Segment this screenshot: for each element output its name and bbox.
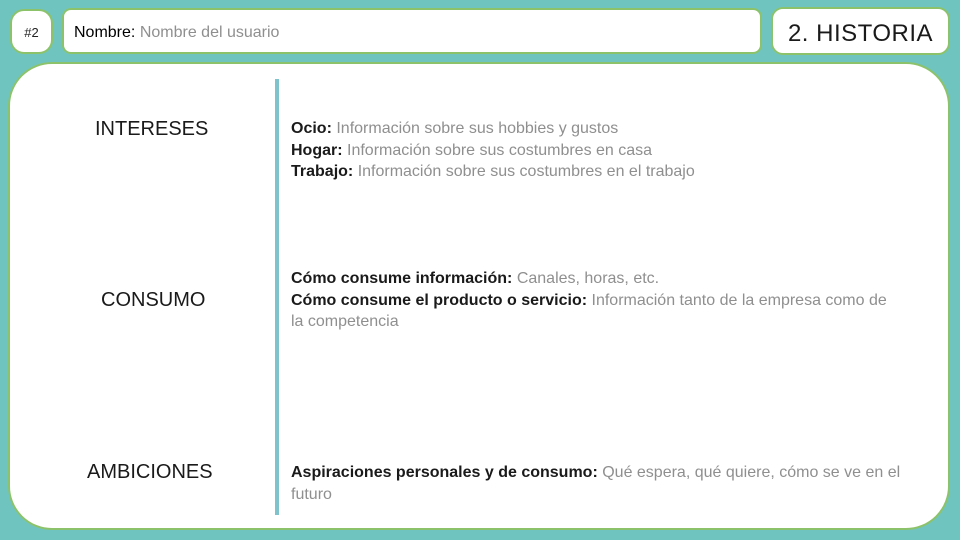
section-title: 2. HISTORIA <box>787 20 934 47</box>
name-field[interactable]: Nombre: Nombre del usuario <box>62 8 762 54</box>
section-title-box: 2. HISTORIA <box>771 7 950 55</box>
name-value: Nombre del usuario <box>139 24 280 41</box>
column-divider <box>275 79 279 515</box>
row-label-intereses: INTERESES <box>95 118 209 140</box>
slide-number: #2 <box>24 25 39 40</box>
row-label-ambiciones: AMBICIONES <box>87 461 213 483</box>
detail-line: Hogar: Información sobre sus costumbres … <box>291 141 653 159</box>
detail-line: Aspiraciones personales y de consumo: Qu… <box>291 464 901 503</box>
detail-line: Cómo consume el producto o servicio: Inf… <box>291 291 887 331</box>
slide-number-badge: #2 <box>10 9 53 54</box>
row-detail-intereses: Ocio: Información sobre sus hobbies y gu… <box>291 118 901 183</box>
row-detail-consumo: Cómo consume información: Canales, horas… <box>291 268 901 333</box>
detail-line: Cómo consume información: Canales, horas… <box>291 270 660 287</box>
detail-line: Ocio: Información sobre sus hobbies y gu… <box>291 120 619 137</box>
row-label-consumo: CONSUMO <box>101 289 206 311</box>
row-detail-ambiciones: Aspiraciones personales y de consumo: Qu… <box>291 462 901 505</box>
detail-line: Trabajo: Información sobre sus costumbre… <box>291 163 695 180</box>
name-label: Nombre: <box>74 24 136 41</box>
